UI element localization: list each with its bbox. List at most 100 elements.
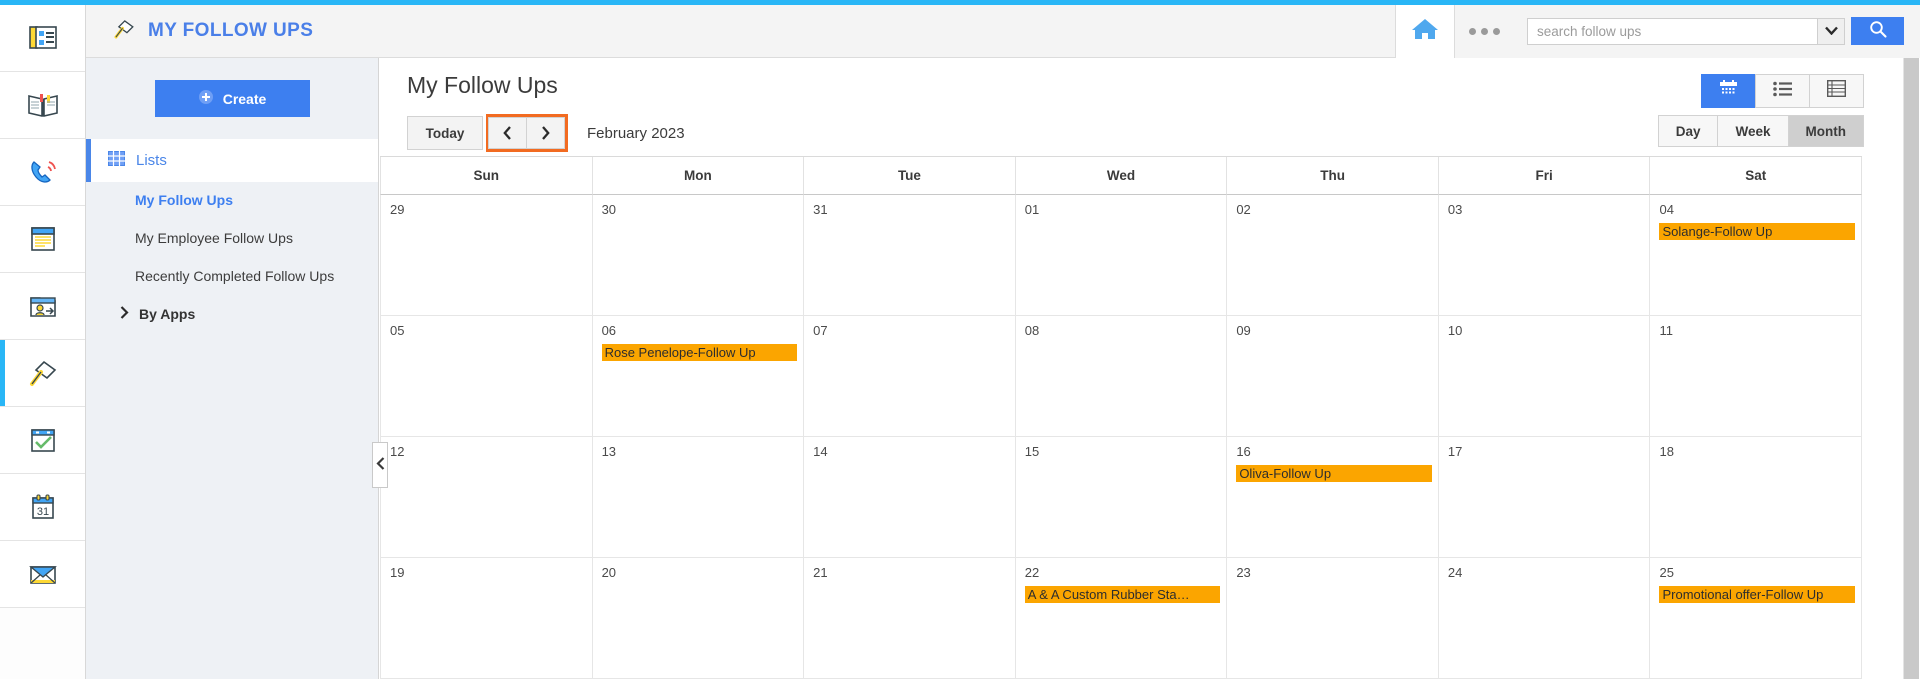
calendar-event[interactable]: A & A Custom Rubber Sta… [1024, 586, 1221, 603]
sidebar-item-recently-completed-follow-ups[interactable]: Recently Completed Follow Ups [86, 258, 378, 296]
calendar-day-number: 31 [813, 202, 828, 217]
calendar-day-number: 01 [1024, 202, 1040, 217]
chevron-left-icon [375, 457, 385, 473]
calendar-weekday-thu: Thu [1227, 157, 1439, 195]
calendar-day-cell[interactable]: 08 [1015, 316, 1228, 437]
calendar-day-cell[interactable]: 17 [1438, 437, 1651, 558]
calendar-day-cell[interactable]: 11 [1650, 316, 1863, 437]
calendar-day-cell[interactable]: 25 Promotional offer-Follow Up [1650, 558, 1863, 679]
calendar-day-cell[interactable]: 23 [1227, 558, 1439, 679]
sidebar-item-lists-label: Lists [136, 152, 167, 169]
content-title: My Follow Ups [407, 72, 558, 98]
range-day-button[interactable]: Day [1657, 115, 1719, 147]
calendar-day-cell[interactable]: 19 [380, 558, 593, 679]
range-toggle-group: Day Week Month [1657, 115, 1864, 147]
pin-icon [112, 18, 136, 45]
calendar-day-cell[interactable]: 14 [804, 437, 1016, 558]
calendar-day-cell[interactable]: 05 [380, 316, 593, 437]
header-title-area: MY FOLLOW UPS [86, 5, 1395, 57]
search-dropdown-button[interactable] [1817, 17, 1845, 45]
grid-icon [108, 150, 125, 171]
app-header: MY FOLLOW UPS [86, 4, 1920, 58]
calendar-event[interactable]: Solange-Follow Up [1659, 223, 1856, 240]
calendar-day-cell[interactable]: 31 [804, 195, 1016, 316]
rail-item-mail[interactable] [0, 541, 85, 608]
calendar-day-number: 19 [390, 565, 405, 580]
sidebar-item-my-follow-ups[interactable]: My Follow Ups [86, 182, 378, 220]
calendar-day-cell[interactable]: 07 [804, 316, 1016, 437]
calendar-day-cell[interactable]: 29 [380, 195, 593, 316]
calendar-week-row: 05 06 Rose Penelope-Follow Up 07 08 09 10 11 [380, 316, 1863, 437]
range-month-button[interactable]: Month [1787, 115, 1864, 147]
vertical-scrollbar[interactable] [1903, 58, 1920, 679]
search-button[interactable] [1851, 17, 1904, 45]
search-input[interactable] [1527, 17, 1817, 45]
rail-item-book[interactable] [0, 72, 85, 139]
calendar-day-number: 30 [601, 202, 617, 217]
calendar-day-cell[interactable]: 30 [592, 195, 805, 316]
calendar-day-number: 22 [1024, 565, 1040, 580]
calendar-day-cell[interactable]: 02 [1227, 195, 1439, 316]
rail-item-calendar[interactable]: 31 [0, 474, 85, 541]
calendar-view-button[interactable] [1701, 74, 1756, 108]
rail-item-follow-ups[interactable] [0, 340, 85, 407]
calendar-day-number: 15 [1024, 444, 1040, 459]
sidebar-item-my-employee-follow-ups[interactable]: My Employee Follow Ups [86, 220, 378, 258]
rail-item-calls[interactable] [0, 139, 85, 206]
global-search [1513, 4, 1920, 58]
calendar-day-cell[interactable]: 01 [1015, 195, 1228, 316]
list-view-button[interactable] [1755, 74, 1810, 108]
calendar-day-cell[interactable]: 04 Solange-Follow Up [1650, 195, 1863, 316]
calendar-day-number: 18 [1659, 444, 1674, 459]
calendar-day-cell[interactable]: 12 [380, 437, 593, 558]
calendar-day-number: 02 [1236, 202, 1251, 217]
calendar-day-number: 23 [1236, 565, 1251, 580]
left-nav-panel: Create Lists My Follow Ups My Employee F… [86, 58, 379, 679]
calendar-day-cell[interactable]: 22 A & A Custom Rubber Sta… [1015, 558, 1228, 679]
panel-collapse-handle[interactable] [372, 442, 388, 488]
svg-text:31: 31 [36, 506, 48, 518]
rail-item-notes[interactable] [0, 206, 85, 273]
calendar-event[interactable]: Oliva-Follow Up [1236, 465, 1432, 482]
page-title: MY FOLLOW UPS [148, 20, 314, 41]
calendar-day-cell[interactable]: 06 Rose Penelope-Follow Up [592, 316, 805, 437]
calendar-day-number: 08 [1024, 323, 1040, 338]
calendar-day-cell[interactable]: 09 [1227, 316, 1439, 437]
sidebar-item-by-apps-label: By Apps [139, 305, 196, 322]
calendar-weekday-header: Sun Mon Tue Wed Thu Fri Sat [380, 157, 1863, 195]
calendar-day-cell[interactable]: 20 [592, 558, 805, 679]
calendar-day-cell[interactable]: 24 [1438, 558, 1651, 679]
calendar-day-number: 04 [1659, 202, 1674, 217]
calendar-day-cell[interactable]: 10 [1438, 316, 1651, 437]
calendar-day-cell[interactable]: 16 Oliva-Follow Up [1227, 437, 1439, 558]
rail-item-contacts[interactable] [0, 273, 85, 340]
calendar-day-cell[interactable]: 03 [1438, 195, 1651, 316]
home-button[interactable] [1395, 4, 1454, 58]
calendar-icon [1719, 79, 1738, 103]
sidebar-item-lists[interactable]: Lists [86, 139, 378, 182]
calendar-day-cell[interactable]: 15 [1015, 437, 1228, 558]
table-view-button[interactable] [1809, 74, 1864, 108]
envelope-icon [27, 559, 59, 589]
more-options-button[interactable] [1454, 4, 1513, 58]
next-month-button[interactable] [526, 117, 565, 149]
calendar-day-number: 25 [1659, 565, 1674, 580]
rail-item-tasks[interactable] [0, 407, 85, 474]
calendar-event[interactable]: Rose Penelope-Follow Up [601, 344, 798, 361]
more-dots-icon [1468, 27, 1500, 35]
create-button[interactable]: Create [154, 80, 310, 117]
calendar-day-number: 12 [390, 444, 405, 459]
range-week-button[interactable]: Week [1717, 115, 1789, 147]
create-button-label: Create [222, 90, 267, 107]
sidebar-item-by-apps[interactable]: By Apps [86, 296, 378, 332]
rail-item-news[interactable] [0, 5, 85, 72]
calendar-day-cell[interactable]: 13 [592, 437, 805, 558]
prev-month-button[interactable] [488, 117, 527, 149]
app-icon-rail: 31 [0, 5, 86, 679]
calendar-week-row: 19 20 21 22 A & A Custom Rubber Sta… 23 24 25 Pr… [380, 558, 1863, 679]
calendar-event[interactable]: Promotional offer-Follow Up [1659, 586, 1856, 603]
calendar-day-cell[interactable]: 18 [1650, 437, 1863, 558]
calendar-day-cell[interactable]: 21 [804, 558, 1016, 679]
scrollbar-thumb[interactable] [1904, 58, 1919, 679]
today-button[interactable]: Today [407, 116, 483, 150]
